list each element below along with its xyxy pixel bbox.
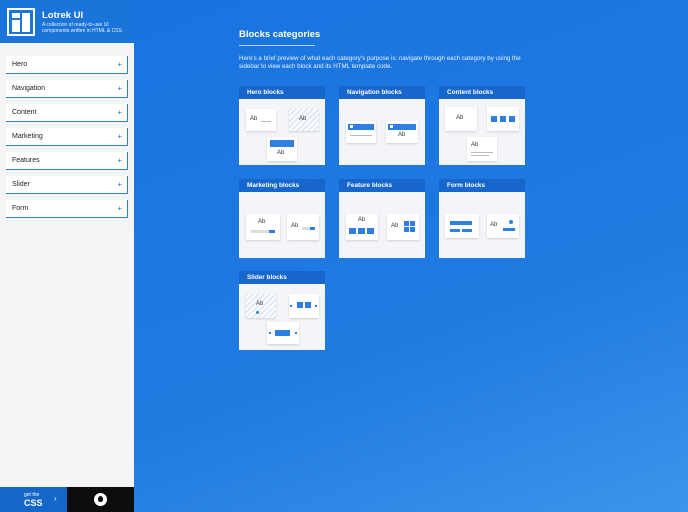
sidebar-item-label: Slider <box>12 181 30 188</box>
card-title: Content blocks <box>439 86 525 99</box>
sidebar-item-slider[interactable]: Slider + <box>6 176 128 194</box>
card-title: Form blocks <box>439 179 525 192</box>
preview-tile: Ab <box>487 214 519 238</box>
preview-tile: Ab <box>246 294 276 318</box>
preview-tile: Ab <box>346 214 378 240</box>
plus-icon: + <box>117 204 122 213</box>
sidebar-nav: Hero + Navigation + Content + Marketing … <box>0 43 134 218</box>
chevron-right-icon: › <box>54 494 57 503</box>
preview-tile: Ab <box>289 109 319 131</box>
brand-header[interactable]: Lotrek UI A collection of ready-to-use U… <box>0 0 134 43</box>
sidebar: Lotrek UI A collection of ready-to-use U… <box>0 0 134 512</box>
github-icon <box>94 493 107 506</box>
card-title: Feature blocks <box>339 179 425 192</box>
sidebar-item-label: Navigation <box>12 85 46 92</box>
get-css-big-label: CSS <box>24 498 43 508</box>
sidebar-item-marketing[interactable]: Marketing + <box>6 128 128 146</box>
preview-tile: Ab <box>287 214 319 240</box>
card-preview: Ab Ab <box>439 99 525 165</box>
brand-title: Lotrek UI <box>42 9 84 21</box>
sidebar-item-label: Marketing <box>12 133 43 140</box>
preview-tile: Ab <box>267 137 297 161</box>
card-title: Hero blocks <box>239 86 325 99</box>
card-hero-blocks[interactable]: Hero blocks Ab Ab Ab <box>239 86 325 165</box>
main-content: Blocks categories Here's a brief preview… <box>134 0 688 512</box>
page-description: Here's a brief preview of what each cate… <box>239 55 521 70</box>
card-preview: Ab Ab <box>339 192 425 258</box>
preview-tile: Ab <box>445 107 477 131</box>
card-title: Navigation blocks <box>339 86 425 99</box>
get-css-button[interactable]: get the CSS › <box>0 487 67 512</box>
preview-tile: Ab <box>246 109 276 131</box>
card-preview: Ab <box>239 284 325 350</box>
preview-tile <box>445 214 479 238</box>
preview-tile: Ab <box>387 214 419 240</box>
sidebar-item-label: Features <box>12 157 40 164</box>
sidebar-item-navigation[interactable]: Navigation + <box>6 80 128 98</box>
card-content-blocks[interactable]: Content blocks Ab Ab <box>439 86 525 165</box>
card-feature-blocks[interactable]: Feature blocks Ab Ab <box>339 179 425 258</box>
card-preview: Ab Ab <box>239 192 325 258</box>
card-preview: Ab Ab Ab <box>239 99 325 165</box>
card-marketing-blocks[interactable]: Marketing blocks Ab Ab <box>239 179 325 258</box>
brand-subtitle: A collection of ready-to-use UI componen… <box>42 21 122 34</box>
preview-tile <box>289 294 319 318</box>
card-navigation-blocks[interactable]: Navigation blocks Ab <box>339 86 425 165</box>
plus-icon: + <box>117 60 122 69</box>
card-title: Marketing blocks <box>239 179 325 192</box>
logo-icon <box>7 7 35 36</box>
page-title: Blocks categories <box>239 29 321 40</box>
card-form-blocks[interactable]: Form blocks Ab <box>439 179 525 258</box>
title-divider <box>239 45 315 46</box>
plus-icon: + <box>117 132 122 141</box>
preview-tile: Ab <box>386 121 418 143</box>
preview-tile <box>487 107 519 131</box>
sidebar-item-features[interactable]: Features + <box>6 152 128 170</box>
card-preview: Ab <box>439 192 525 258</box>
card-slider-blocks[interactable]: Slider blocks Ab <box>239 271 325 350</box>
plus-icon: + <box>117 156 122 165</box>
preview-tile: Ab <box>467 137 497 161</box>
sidebar-footer: get the CSS › <box>0 487 134 512</box>
preview-tile <box>267 322 299 344</box>
plus-icon: + <box>117 108 122 117</box>
plus-icon: + <box>117 180 122 189</box>
plus-icon: + <box>117 84 122 93</box>
github-button[interactable] <box>67 487 134 512</box>
sidebar-item-hero[interactable]: Hero + <box>6 56 128 74</box>
sidebar-item-content[interactable]: Content + <box>6 104 128 122</box>
preview-tile: Ab <box>246 214 280 240</box>
preview-tile <box>346 121 376 143</box>
sidebar-item-form[interactable]: Form + <box>6 200 128 218</box>
sidebar-item-label: Hero <box>12 61 28 68</box>
sidebar-item-label: Content <box>12 109 37 116</box>
card-preview: Ab <box>339 99 425 165</box>
card-title: Slider blocks <box>239 271 325 284</box>
sidebar-item-label: Form <box>12 205 29 212</box>
